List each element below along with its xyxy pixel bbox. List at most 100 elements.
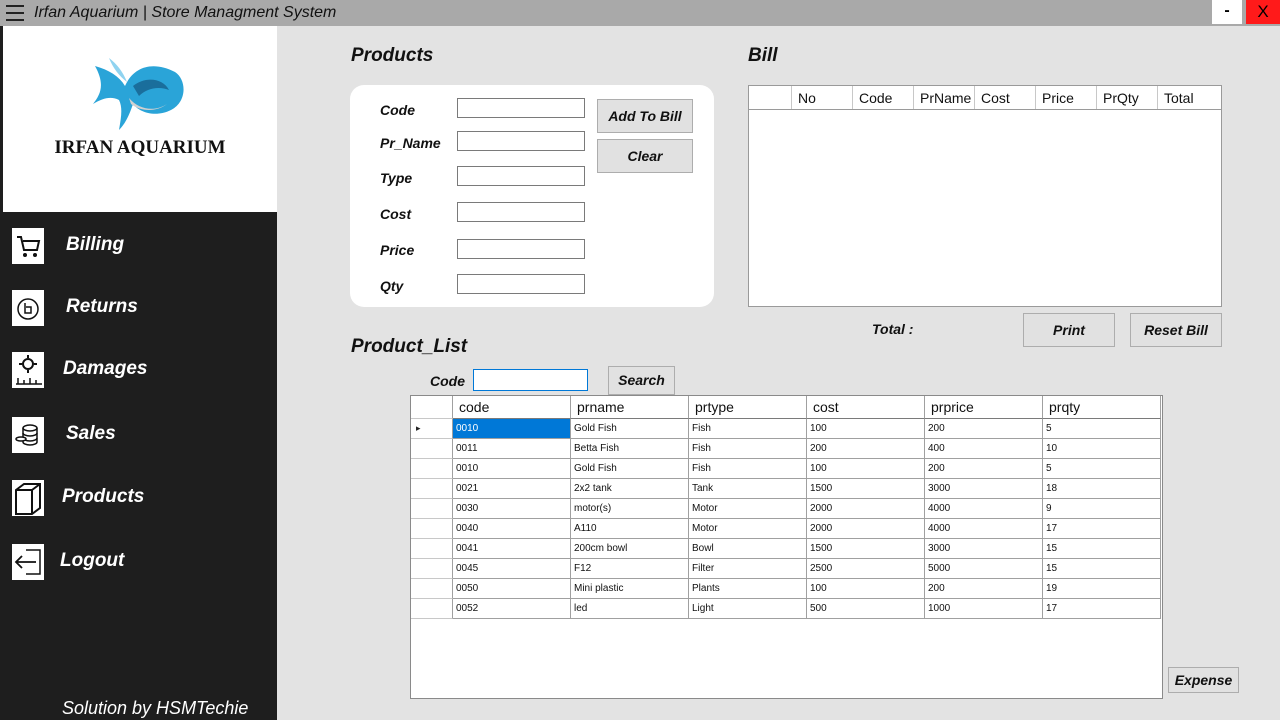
table-cell[interactable]: 0040 xyxy=(453,519,571,539)
close-button[interactable]: X xyxy=(1246,0,1280,24)
table-cell[interactable]: 100 xyxy=(807,459,925,479)
column-header[interactable]: prqty xyxy=(1043,396,1161,419)
table-cell[interactable]: 4000 xyxy=(925,499,1043,519)
table-cell[interactable]: 200 xyxy=(925,459,1043,479)
qty-input[interactable] xyxy=(457,274,585,294)
add-to-bill-button[interactable]: Add To Bill xyxy=(597,99,693,133)
print-button[interactable]: Print xyxy=(1023,313,1115,347)
table-cell[interactable]: 15 xyxy=(1043,559,1161,579)
table-cell[interactable]: 400 xyxy=(925,439,1043,459)
search-code-input[interactable] xyxy=(473,369,588,391)
table-cell[interactable]: 500 xyxy=(807,599,925,619)
table-cell[interactable]: 0010 xyxy=(453,419,571,439)
table-cell[interactable]: 5 xyxy=(1043,419,1161,439)
table-cell[interactable]: led xyxy=(571,599,689,619)
table-row[interactable]: 0050 Mini plastic Plants 100 200 19 xyxy=(411,579,1162,599)
table-cell[interactable]: 2000 xyxy=(807,499,925,519)
table-cell[interactable]: 200cm bowl xyxy=(571,539,689,559)
table-cell[interactable]: 9 xyxy=(1043,499,1161,519)
table-cell[interactable]: 0052 xyxy=(453,599,571,619)
table-row[interactable]: 0010 Gold Fish Fish 100 200 5 xyxy=(411,459,1162,479)
table-cell[interactable]: 0010 xyxy=(453,459,571,479)
table-row[interactable]: 0041 200cm bowl Bowl 1500 3000 15 xyxy=(411,539,1162,559)
sidebar-item-billing[interactable]: Billing xyxy=(0,228,277,282)
expense-button[interactable]: Expense xyxy=(1168,667,1239,693)
table-cell[interactable]: 0041 xyxy=(453,539,571,559)
column-header[interactable]: Code xyxy=(853,86,914,109)
table-cell[interactable]: Fish xyxy=(689,459,807,479)
table-cell[interactable]: Mini plastic xyxy=(571,579,689,599)
table-cell[interactable]: 0030 xyxy=(453,499,571,519)
sidebar-item-damages[interactable]: Damages xyxy=(0,352,277,406)
column-header[interactable]: cost xyxy=(807,396,925,419)
code-input[interactable] xyxy=(457,98,585,118)
table-cell[interactable]: Motor xyxy=(689,519,807,539)
table-cell[interactable]: 17 xyxy=(1043,599,1161,619)
bill-table[interactable]: No Code PrName Cost Price PrQty Total xyxy=(748,85,1222,307)
clear-button[interactable]: Clear xyxy=(597,139,693,173)
table-cell[interactable]: Fish xyxy=(689,439,807,459)
table-cell[interactable]: Plants xyxy=(689,579,807,599)
hamburger-menu-icon[interactable] xyxy=(6,5,24,21)
table-cell[interactable]: 18 xyxy=(1043,479,1161,499)
table-cell[interactable]: 2x2 tank xyxy=(571,479,689,499)
table-cell[interactable]: 2000 xyxy=(807,519,925,539)
sidebar-item-logout[interactable]: Logout xyxy=(0,544,277,598)
type-input[interactable] xyxy=(457,166,585,186)
table-row[interactable]: 0021 2x2 tank Tank 1500 3000 18 xyxy=(411,479,1162,499)
search-button[interactable]: Search xyxy=(608,366,675,395)
table-cell[interactable]: 0021 xyxy=(453,479,571,499)
table-cell[interactable]: 15 xyxy=(1043,539,1161,559)
table-cell[interactable]: 1500 xyxy=(807,479,925,499)
table-cell[interactable]: 17 xyxy=(1043,519,1161,539)
table-cell[interactable]: Filter xyxy=(689,559,807,579)
prname-input[interactable] xyxy=(457,131,585,151)
table-cell[interactable]: 2500 xyxy=(807,559,925,579)
table-cell[interactable]: A110 xyxy=(571,519,689,539)
product-list-table[interactable]: code prname prtype cost prprice prqty ▸ … xyxy=(410,395,1163,699)
minimize-button[interactable]: - xyxy=(1212,0,1242,24)
column-header[interactable]: No xyxy=(792,86,853,109)
table-cell[interactable]: 1500 xyxy=(807,539,925,559)
table-cell[interactable]: F12 xyxy=(571,559,689,579)
sidebar-item-returns[interactable]: Returns xyxy=(0,290,277,344)
table-cell[interactable]: Bowl xyxy=(689,539,807,559)
table-cell[interactable]: 3000 xyxy=(925,479,1043,499)
column-header[interactable]: prprice xyxy=(925,396,1043,419)
table-cell[interactable]: Gold Fish xyxy=(571,459,689,479)
column-header[interactable]: Total xyxy=(1158,86,1221,109)
column-header[interactable]: prtype xyxy=(689,396,807,419)
table-row[interactable]: 0052 led Light 500 1000 17 xyxy=(411,599,1162,619)
table-cell[interactable]: Tank xyxy=(689,479,807,499)
table-cell[interactable]: 200 xyxy=(925,419,1043,439)
table-cell[interactable]: 0045 xyxy=(453,559,571,579)
table-cell[interactable]: 100 xyxy=(807,579,925,599)
table-cell[interactable]: 0011 xyxy=(453,439,571,459)
table-cell[interactable]: 200 xyxy=(807,439,925,459)
column-header[interactable]: prname xyxy=(571,396,689,419)
table-cell[interactable]: Gold Fish xyxy=(571,419,689,439)
sidebar-item-sales[interactable]: Sales xyxy=(0,417,277,471)
table-cell[interactable]: 4000 xyxy=(925,519,1043,539)
column-header[interactable]: Cost xyxy=(975,86,1036,109)
table-row[interactable]: 0011 Betta Fish Fish 200 400 10 xyxy=(411,439,1162,459)
table-cell[interactable]: 5 xyxy=(1043,459,1161,479)
column-header[interactable]: PrQty xyxy=(1097,86,1158,109)
table-row[interactable]: 0045 F12 Filter 2500 5000 15 xyxy=(411,559,1162,579)
table-row[interactable]: 0030 motor(s) Motor 2000 4000 9 xyxy=(411,499,1162,519)
table-cell[interactable]: 10 xyxy=(1043,439,1161,459)
table-row[interactable]: ▸ 0010 Gold Fish Fish 100 200 5 xyxy=(411,419,1162,439)
table-cell[interactable]: Fish xyxy=(689,419,807,439)
table-cell[interactable]: Betta Fish xyxy=(571,439,689,459)
table-cell[interactable]: 200 xyxy=(925,579,1043,599)
table-cell[interactable]: Light xyxy=(689,599,807,619)
table-cell[interactable]: 0050 xyxy=(453,579,571,599)
cost-input[interactable] xyxy=(457,202,585,222)
column-header[interactable]: PrName xyxy=(914,86,975,109)
table-cell[interactable]: 100 xyxy=(807,419,925,439)
table-cell[interactable]: 1000 xyxy=(925,599,1043,619)
price-input[interactable] xyxy=(457,239,585,259)
table-cell[interactable]: 5000 xyxy=(925,559,1043,579)
table-cell[interactable]: 19 xyxy=(1043,579,1161,599)
column-header[interactable]: Price xyxy=(1036,86,1097,109)
